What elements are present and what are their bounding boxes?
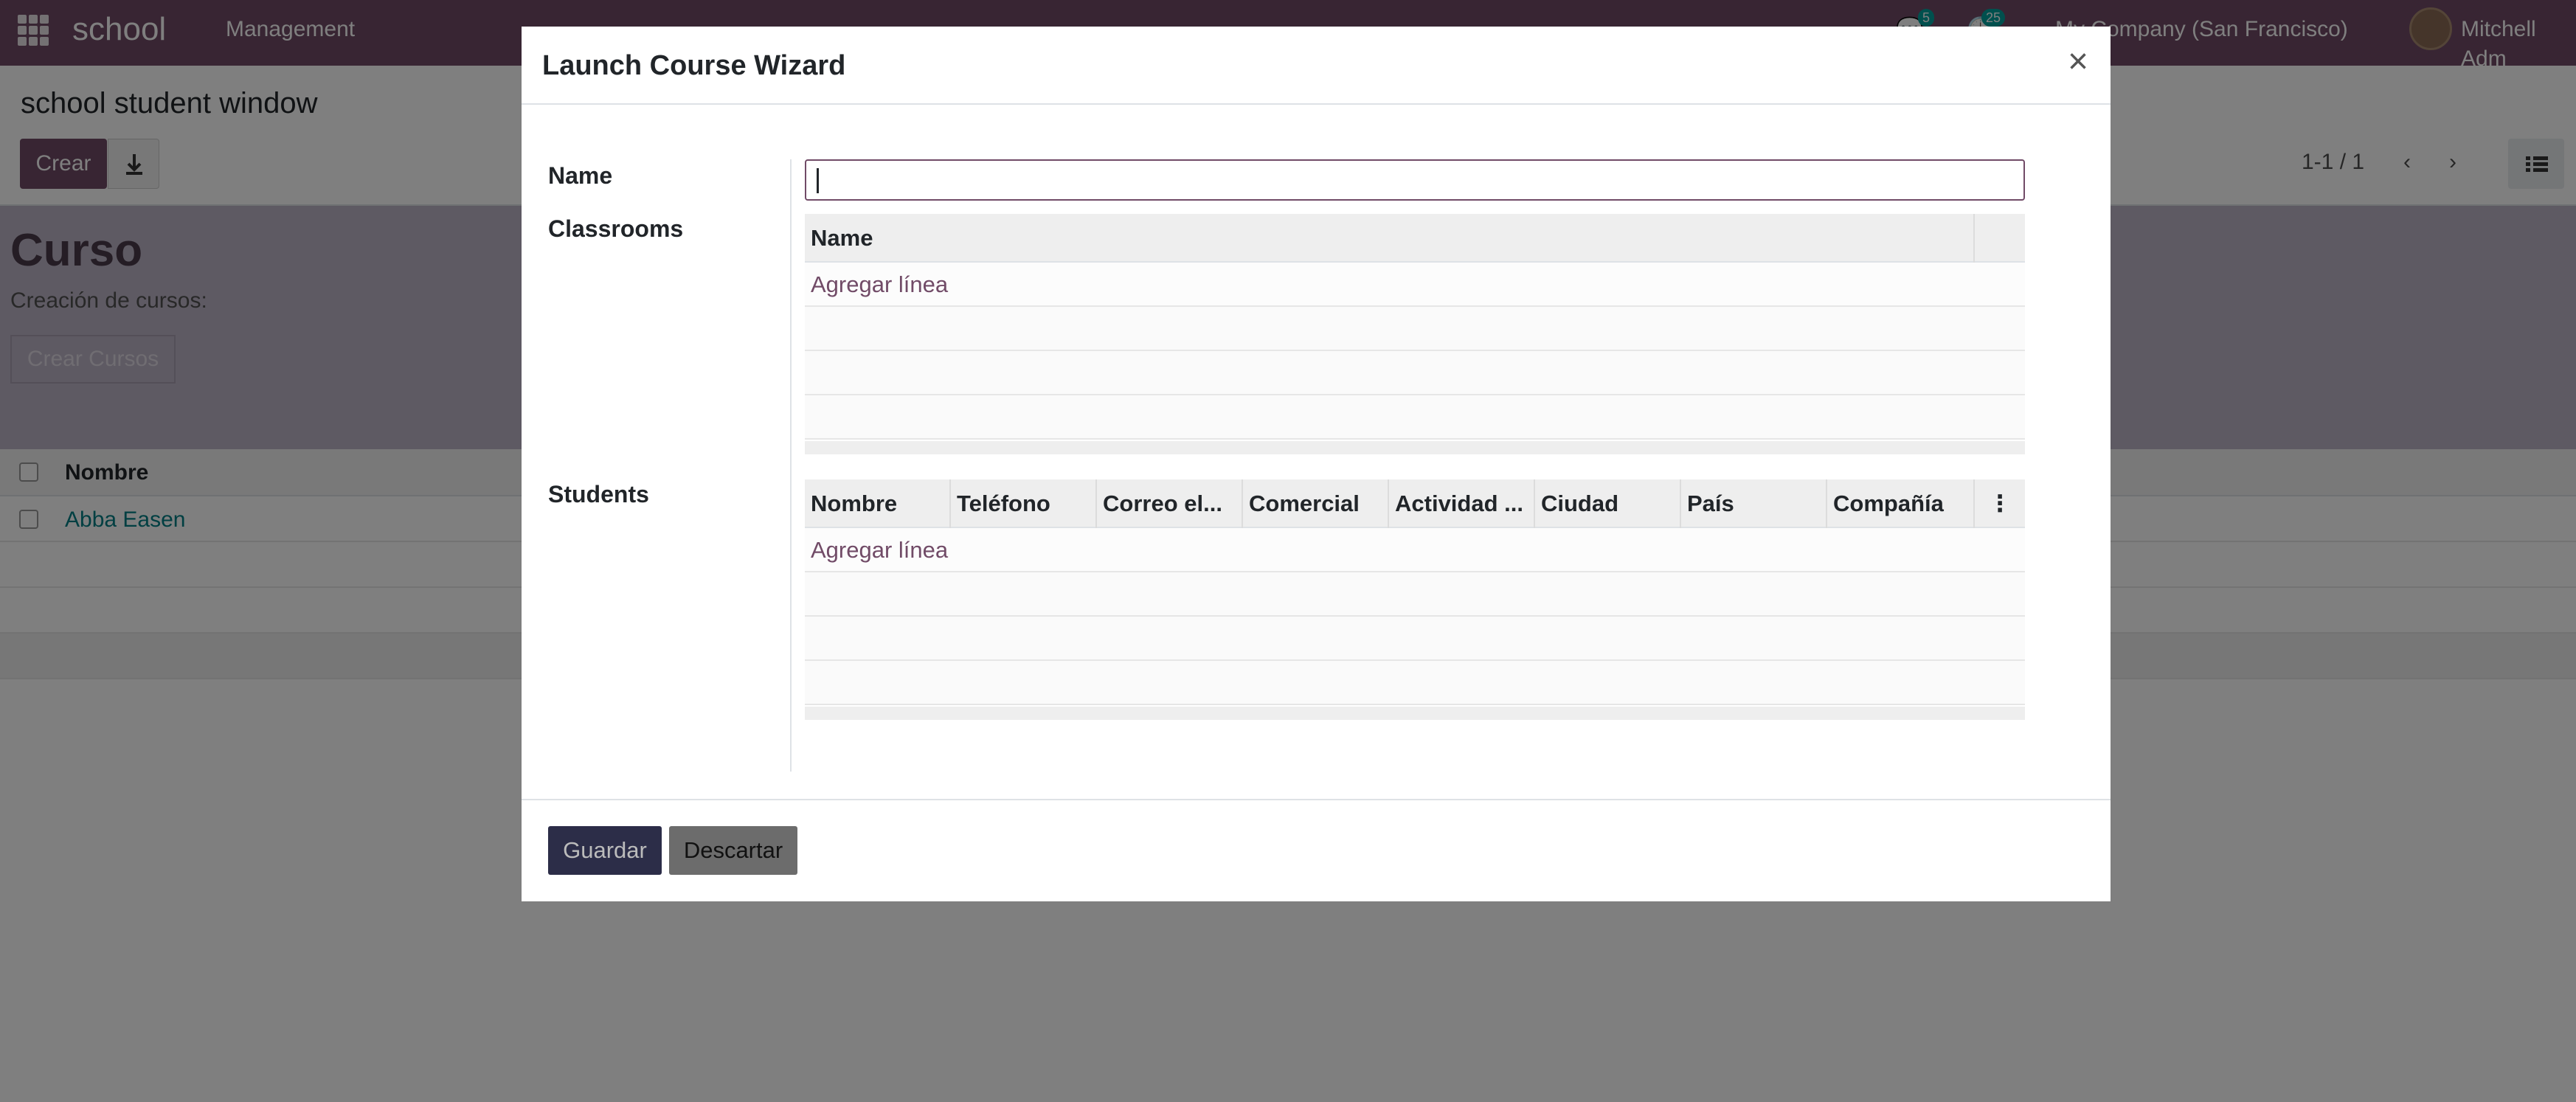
students-column-compania[interactable]: Compañía [1827,479,1975,528]
classrooms-empty-row [805,351,2025,395]
students-label: Students [548,481,649,507]
classrooms-add-line-link[interactable]: Agregar línea [805,263,2025,307]
save-button[interactable]: Guardar [548,826,662,875]
students-table-footer [805,707,2025,720]
modal-header: Launch Course Wizard × [522,27,2111,105]
name-input[interactable] [805,159,2025,201]
text-caret [817,168,819,193]
students-column-ciudad[interactable]: Ciudad [1535,479,1681,528]
students-add-line-link[interactable]: Agregar línea [805,528,2025,572]
close-icon[interactable]: × [2059,43,2097,81]
classrooms-column-optional [1975,214,2025,263]
classrooms-empty-row [805,395,2025,440]
classrooms-table-header: Name [805,214,2025,263]
modal-title: Launch Course Wizard [542,50,846,81]
classrooms-empty-row [805,307,2025,351]
students-column-telefono[interactable]: Teléfono [951,479,1097,528]
classrooms-label: Classrooms [548,215,684,242]
students-column-comercial[interactable]: Comercial [1243,479,1389,528]
students-empty-row [805,572,2025,617]
students-column-actividad[interactable]: Actividad ... [1389,479,1535,528]
label-separator [790,159,792,772]
optional-columns-kebab-icon[interactable]: ⋮ [1975,479,2025,528]
discard-button[interactable]: Descartar [669,826,797,875]
students-table-header: Nombre Teléfono Correo el... Comercial A… [805,479,2025,528]
students-column-pais[interactable]: País [1681,479,1827,528]
students-column-nombre[interactable]: Nombre [805,479,951,528]
classrooms-table-footer [805,441,2025,454]
name-label: Name [548,162,613,189]
classrooms-column-name[interactable]: Name [805,214,1975,263]
students-empty-row [805,661,2025,705]
students-column-correo[interactable]: Correo el... [1097,479,1243,528]
launch-course-wizard-dialog: Launch Course Wizard × Name Classrooms N… [522,27,2111,901]
students-empty-row [805,617,2025,661]
